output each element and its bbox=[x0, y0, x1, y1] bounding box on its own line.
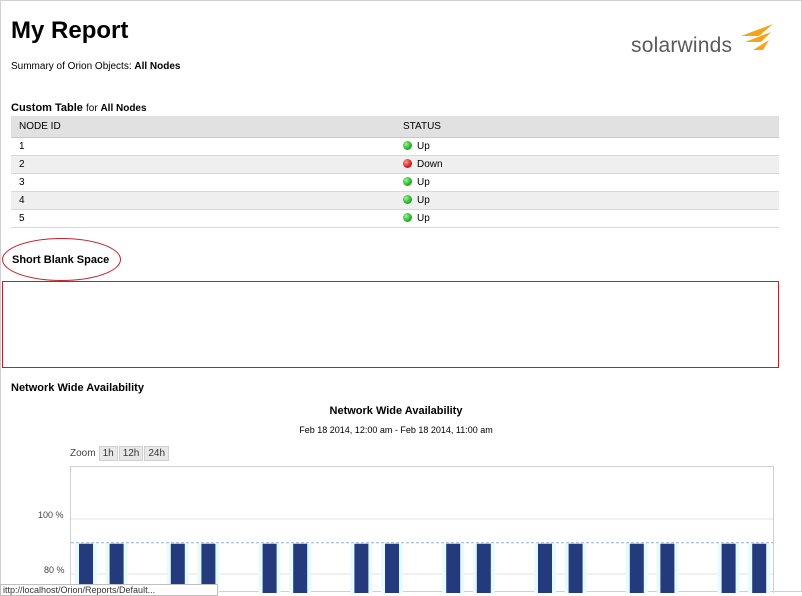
table-row: 4 Up bbox=[11, 191, 779, 210]
availability-bar bbox=[476, 543, 491, 593]
node-id-cell: 3 bbox=[11, 173, 395, 192]
zoom-controls: Zoom 1h 12h 24h bbox=[70, 446, 170, 461]
node-id-cell: 4 bbox=[11, 191, 395, 210]
custom-table-scope: for All Nodes bbox=[85, 103, 147, 114]
node-id-cell: 1 bbox=[11, 137, 395, 156]
zoom-1h-button[interactable]: 1h bbox=[98, 446, 118, 461]
status-up-icon bbox=[403, 195, 412, 204]
status-up-icon bbox=[403, 177, 412, 186]
table-row: 1 Up bbox=[11, 137, 779, 156]
browser-status-bar: ittp://localhost/Orion/Reports/Default..… bbox=[0, 584, 218, 596]
availability-bar bbox=[538, 543, 552, 593]
zoom-label: Zoom bbox=[70, 448, 96, 459]
status-cell: Up bbox=[395, 209, 779, 228]
availability-bar bbox=[354, 543, 369, 593]
summary-prefix: Summary of Orion Objects: bbox=[11, 61, 135, 72]
status-cell: Up bbox=[395, 173, 779, 192]
status-cell: Down bbox=[395, 155, 779, 174]
chart-subtitle: Feb 18 2014, 12:00 am - Feb 18 2014, 11:… bbox=[299, 425, 493, 435]
status-text: Up bbox=[417, 213, 430, 224]
status-text: Down bbox=[417, 159, 443, 170]
availability-chart bbox=[70, 466, 774, 593]
availability-bar bbox=[568, 543, 583, 593]
table-header-row: NODE ID STATUS bbox=[11, 116, 779, 138]
availability-bar bbox=[446, 543, 461, 593]
availability-section-title: Network Wide Availability bbox=[11, 382, 144, 394]
custom-table: NODE ID STATUS 1 Up 2 Down 3 Up 4 Up 5 U… bbox=[11, 116, 779, 228]
report-title: My Report bbox=[11, 17, 129, 44]
availability-bar bbox=[721, 543, 736, 593]
solarwinds-flame-icon bbox=[741, 24, 773, 50]
blank-space-title: Short Blank Space bbox=[12, 254, 110, 266]
status-cell: Up bbox=[395, 191, 779, 210]
status-up-icon bbox=[403, 141, 412, 150]
column-header-status[interactable]: STATUS bbox=[395, 116, 779, 138]
availability-bar bbox=[629, 543, 644, 593]
node-id-cell: 5 bbox=[11, 209, 395, 228]
availability-chart-svg bbox=[71, 518, 773, 593]
zoom-12h-button[interactable]: 12h bbox=[118, 446, 144, 461]
custom-table-title: Custom Table bbox=[11, 102, 83, 114]
status-text: Up bbox=[417, 177, 430, 188]
status-up-icon bbox=[403, 213, 412, 222]
availability-bar bbox=[385, 543, 399, 593]
status-cell: Up bbox=[395, 137, 779, 156]
status-text: Up bbox=[417, 141, 430, 152]
availability-bar bbox=[262, 543, 277, 593]
blank-space-box bbox=[2, 281, 779, 368]
availability-bar bbox=[660, 543, 675, 593]
y-tick-label: 100 % bbox=[38, 510, 64, 520]
column-header-node-id[interactable]: NODE ID bbox=[11, 116, 395, 138]
table-row: 5 Up bbox=[11, 209, 779, 228]
report-summary: Summary of Orion Objects: All Nodes bbox=[11, 61, 181, 72]
table-row: 3 Up bbox=[11, 173, 779, 192]
custom-table-heading: Custom Table for All Nodes bbox=[11, 102, 147, 114]
availability-bar bbox=[752, 543, 767, 593]
availability-bar bbox=[293, 543, 308, 593]
zoom-24h-button[interactable]: 24h bbox=[144, 446, 170, 461]
status-text: Up bbox=[417, 195, 430, 206]
chart-title: Network Wide Availability bbox=[329, 405, 463, 417]
summary-value: All Nodes bbox=[134, 61, 181, 72]
status-down-icon bbox=[403, 159, 412, 168]
solarwinds-logo: solarwinds bbox=[631, 20, 781, 60]
y-tick-label: 80 % bbox=[44, 565, 65, 575]
table-row: 2 Down bbox=[11, 155, 779, 174]
node-id-cell: 2 bbox=[11, 155, 395, 174]
logo-text: solarwinds bbox=[631, 34, 733, 57]
